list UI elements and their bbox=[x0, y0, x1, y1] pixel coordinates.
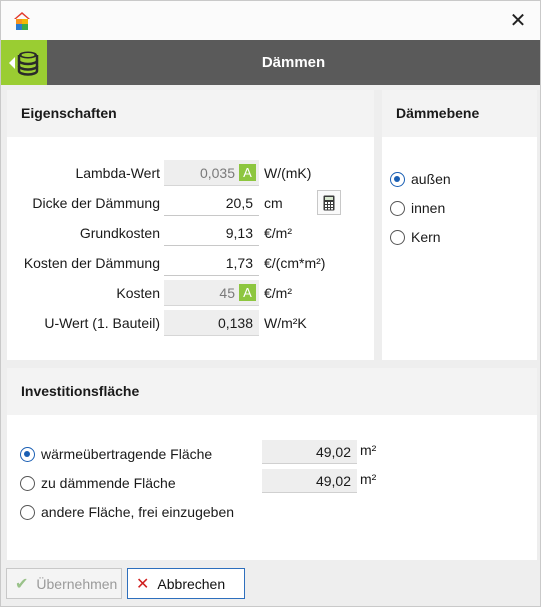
uebernehmen-label: Übernehmen bbox=[36, 575, 118, 592]
house-app-icon bbox=[14, 12, 30, 30]
grundkosten-unit: €/m² bbox=[264, 225, 292, 241]
eigenschaften-panel: Eigenschaften Lambda-Wert 0,035 A W/(mK)… bbox=[7, 90, 374, 360]
grundkosten-value: 9,13 bbox=[225, 225, 253, 241]
kosten-daemmung-row: Kosten der Dämmung 1,73 €/(cm*m²) bbox=[7, 250, 374, 276]
daemmebene-heading: Dämmebene bbox=[382, 90, 537, 137]
kosten-label: Kosten bbox=[116, 285, 160, 301]
grundkosten-row: Grundkosten 9,13 €/m² bbox=[7, 220, 374, 246]
title-bar: ✕ bbox=[1, 1, 540, 40]
radio-unchecked-icon[interactable] bbox=[20, 475, 35, 491]
back-button[interactable] bbox=[1, 40, 47, 85]
radio-innen-label: innen bbox=[411, 200, 446, 216]
close-icon: ✕ bbox=[509, 9, 527, 32]
radio-zu-daemmende-flaeche[interactable]: zu dämmende Fläche bbox=[20, 472, 176, 494]
kosten-daemmung-field[interactable]: 1,73 bbox=[164, 250, 259, 276]
kosten-daemmung-label: Kosten der Dämmung bbox=[23, 255, 160, 271]
u-wert-value: 0,138 bbox=[217, 315, 253, 331]
radio-aussen[interactable]: außen bbox=[390, 168, 451, 190]
radio-unchecked-icon[interactable] bbox=[390, 229, 405, 245]
calculator-button[interactable] bbox=[317, 190, 341, 215]
radio-andere-flaeche[interactable]: andere Fläche, frei einzugeben bbox=[20, 501, 234, 523]
auto-badge-icon[interactable]: A bbox=[239, 284, 256, 301]
abbrechen-label: Abbrechen bbox=[157, 575, 226, 592]
u-wert-unit: W/m²K bbox=[264, 315, 307, 331]
footer: ✔ Übernehmen ✕ Abbrechen bbox=[1, 566, 540, 606]
zu-daemmende-value-field: 49,02 bbox=[262, 469, 357, 493]
zu-daemmende-unit: m² bbox=[360, 471, 377, 487]
kosten-daemmung-value: 1,73 bbox=[225, 255, 253, 271]
dicke-unit: cm bbox=[264, 195, 283, 211]
kosten-field[interactable]: 45 A bbox=[164, 280, 259, 306]
kosten-value: 45 bbox=[219, 285, 235, 301]
andere-flaeche-label: andere Fläche, frei einzugeben bbox=[41, 504, 235, 520]
zu-daemmende-value: 49,02 bbox=[315, 473, 351, 489]
lambda-label: Lambda-Wert bbox=[75, 165, 160, 181]
kosten-daemmung-unit: €/(cm*m²) bbox=[264, 255, 326, 271]
radio-waermeuebertragende-flaeche[interactable]: wärmeübertragende Fläche bbox=[20, 443, 212, 465]
uebernehmen-button[interactable]: ✔ Übernehmen bbox=[6, 568, 122, 599]
daemmebene-panel: Dämmebene außen innen Kern bbox=[382, 90, 537, 360]
waermeuebertragende-unit: m² bbox=[360, 442, 377, 458]
dialog-window: ✕ Dämmen Eigenschaften Lambda-Wert 0,035… bbox=[0, 0, 541, 607]
u-wert-field: 0,138 bbox=[164, 310, 259, 336]
radio-aussen-label: außen bbox=[411, 171, 451, 187]
waermeuebertragende-label: wärmeübertragende Fläche bbox=[41, 446, 213, 462]
investitionsflaeche-heading: Investitionsfläche bbox=[7, 368, 537, 415]
grundkosten-field[interactable]: 9,13 bbox=[164, 220, 259, 246]
zu-daemmende-label: zu dämmende Fläche bbox=[41, 475, 176, 491]
radio-kern[interactable]: Kern bbox=[390, 226, 441, 248]
calculator-icon bbox=[323, 195, 335, 210]
dicke-field[interactable]: 20,5 bbox=[164, 190, 259, 216]
lambda-value: 0,035 bbox=[199, 165, 235, 181]
abbrechen-button[interactable]: ✕ Abbrechen bbox=[127, 568, 245, 599]
close-button[interactable]: ✕ bbox=[504, 7, 532, 33]
lambda-field[interactable]: 0,035 A bbox=[164, 160, 259, 186]
lambda-row: Lambda-Wert 0,035 A W/(mK) bbox=[7, 160, 374, 186]
dicke-label: Dicke der Dämmung bbox=[32, 195, 160, 211]
radio-unchecked-icon[interactable] bbox=[390, 200, 405, 216]
cross-icon: ✕ bbox=[136, 575, 150, 593]
dialog-title: Dämmen bbox=[261, 54, 326, 71]
dicke-row: Dicke der Dämmung 20,5 cm bbox=[7, 190, 374, 216]
checkmark-icon: ✔ bbox=[15, 575, 29, 593]
kosten-unit: €/m² bbox=[264, 285, 292, 301]
radio-kern-label: Kern bbox=[411, 229, 441, 245]
waermeuebertragende-value: 49,02 bbox=[315, 444, 351, 460]
radio-innen[interactable]: innen bbox=[390, 197, 445, 219]
lambda-unit: W/(mK) bbox=[264, 165, 312, 181]
auto-badge-icon[interactable]: A bbox=[239, 164, 256, 181]
radio-checked-icon[interactable] bbox=[390, 171, 405, 187]
u-wert-label: U-Wert (1. Bauteil) bbox=[44, 315, 160, 331]
grundkosten-label: Grundkosten bbox=[79, 225, 160, 241]
waermeuebertragende-value-field: 49,02 bbox=[262, 440, 357, 464]
radio-unchecked-icon[interactable] bbox=[20, 504, 35, 520]
database-icon bbox=[9, 51, 39, 76]
dicke-value: 20,5 bbox=[225, 195, 253, 211]
investitionsflaeche-panel: Investitionsfläche wärmeübertragende Flä… bbox=[7, 368, 537, 560]
kosten-row: Kosten 45 A €/m² bbox=[7, 280, 374, 306]
radio-checked-icon[interactable] bbox=[20, 446, 35, 462]
eigenschaften-heading: Eigenschaften bbox=[7, 90, 374, 137]
header-banner: Dämmen bbox=[1, 40, 540, 85]
u-wert-row: U-Wert (1. Bauteil) 0,138 W/m²K bbox=[7, 310, 374, 336]
